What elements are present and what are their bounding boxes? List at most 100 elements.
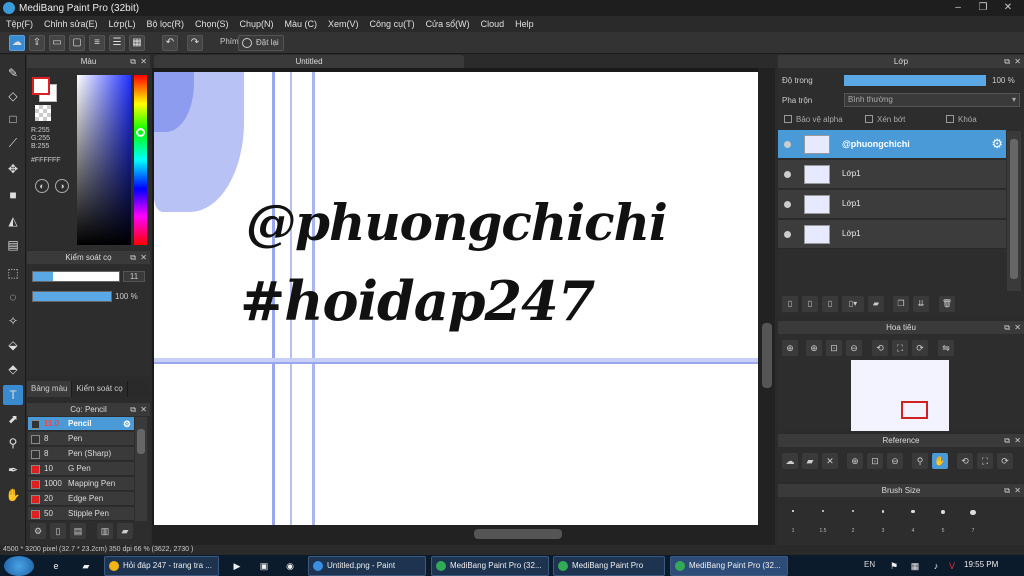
flag-icon[interactable]: ⚑ — [884, 557, 904, 575]
layer-list-scrollbar[interactable] — [1007, 131, 1021, 291]
clipping-checkbox[interactable]: Xén bớt — [865, 115, 905, 124]
select-tool-icon[interactable]: ⬚ — [3, 263, 23, 283]
taskbar-item[interactable]: MediBang Paint Pro (32... — [431, 556, 549, 576]
eraser-tool-icon[interactable]: ◇ — [3, 86, 23, 106]
menu-select[interactable]: Chọn(S) — [195, 19, 229, 29]
scroll-thumb[interactable] — [1010, 139, 1018, 279]
eyedropper-tool-icon[interactable]: ⚲ — [3, 433, 23, 453]
brush-size-preset[interactable]: 1.5 — [814, 504, 832, 534]
new-layer-icon[interactable]: ▯ — [782, 296, 798, 312]
app-icon[interactable]: ▣ — [254, 557, 274, 575]
foreground-color-swatch[interactable] — [32, 77, 50, 95]
viewport-rectangle[interactable] — [901, 401, 928, 419]
menu-window[interactable]: Cửa sổ(W) — [426, 19, 470, 29]
layer-row[interactable]: Lớp1 — [778, 160, 1006, 189]
bucket-tool-icon[interactable]: ◭ — [3, 211, 23, 231]
chat-icon[interactable]: ▢ — [69, 35, 85, 51]
tab-brush-control[interactable]: Kiểm soát cọ — [72, 381, 128, 397]
folder-icon[interactable]: ▰ — [868, 296, 884, 312]
maximize-button[interactable]: ❐ — [975, 2, 991, 13]
zoom-in-icon[interactable]: ⊕ — [782, 340, 798, 356]
layer-row[interactable]: Lớp1 — [778, 220, 1006, 249]
brush-list-item[interactable]: 1000 Mapping Pen — [28, 477, 134, 491]
taskbar-item[interactable]: Untitled.png - Paint — [308, 556, 426, 576]
close-icon[interactable]: ✕ — [822, 453, 838, 469]
fit-icon[interactable]: ⊡ — [867, 453, 883, 469]
zoom-out-icon[interactable]: ⊖ — [887, 453, 903, 469]
close-icon[interactable]: ✕ — [1014, 484, 1021, 497]
add-layer-menu-icon[interactable]: ▯▾ — [842, 296, 864, 312]
scroll-thumb[interactable] — [762, 323, 772, 388]
grid-icon[interactable]: ▦ — [129, 35, 145, 51]
brush-size-preset[interactable]: 3 — [874, 504, 892, 534]
brush-size-preset[interactable]: 5 — [934, 504, 952, 534]
ie-icon[interactable]: e — [46, 557, 66, 575]
select-pen-icon[interactable]: ⬙ — [3, 335, 23, 355]
add-brush-icon[interactable]: ⚙ — [30, 523, 46, 539]
gear-icon[interactable]: ⚙ — [991, 136, 1003, 152]
menu-edit[interactable]: Chỉnh sửa(E) — [44, 19, 98, 29]
brush-list-item[interactable]: 8 Pen — [28, 432, 134, 446]
brush-size-value[interactable]: 11 — [123, 271, 145, 282]
menu-cloud[interactable]: Cloud — [481, 19, 505, 29]
list-icon[interactable]: ☰ — [109, 35, 125, 51]
minimize-button[interactable]: – — [950, 2, 966, 13]
close-icon[interactable]: ✕ — [1014, 434, 1021, 447]
share-icon[interactable]: ⇪ — [29, 35, 45, 51]
zoom-out-icon[interactable]: ⊖ — [846, 340, 862, 356]
layer-opacity-slider[interactable] — [844, 75, 986, 86]
brush-list-item[interactable]: 10 G Pen — [28, 462, 134, 476]
saturation-value-picker[interactable] — [77, 75, 131, 245]
select-eraser-icon[interactable]: ⬘ — [3, 359, 23, 379]
brush-opacity-slider[interactable] — [32, 291, 112, 302]
brush-file-icon[interactable]: ▥ — [97, 523, 113, 539]
transparent-color-swatch[interactable] — [35, 105, 51, 121]
eyedropper-icon[interactable]: ⚲ — [912, 453, 928, 469]
rotate-right-icon[interactable]: ⟳ — [912, 340, 928, 356]
fullscreen-icon[interactable]: ⛶ — [892, 340, 908, 356]
close-icon[interactable]: ✕ — [140, 55, 147, 68]
language-indicator[interactable]: EN — [864, 560, 875, 569]
chrome-icon[interactable]: ◉ — [280, 557, 300, 575]
redo-icon[interactable]: ↷ — [187, 35, 203, 51]
lock-checkbox[interactable]: Khóa — [946, 115, 977, 124]
pen-tool-icon[interactable]: ✒ — [3, 460, 23, 480]
document-tab[interactable]: Untitled — [154, 55, 464, 68]
scroll-thumb[interactable] — [474, 529, 562, 539]
merge-layer-icon[interactable]: ⇊ — [913, 296, 929, 312]
taskbar-item[interactable]: MediBang Paint Pro — [553, 556, 665, 576]
menu-layer[interactable]: Lớp(L) — [109, 19, 136, 29]
brush-folder-icon[interactable]: ▰ — [117, 523, 133, 539]
close-icon[interactable]: ✕ — [140, 251, 147, 264]
menu-view[interactable]: Xem(V) — [328, 19, 359, 29]
brush-size-preset[interactable]: 7 — [964, 504, 982, 534]
undo-icon[interactable]: ↶ — [162, 35, 178, 51]
brush-tool-icon[interactable]: ✎ — [3, 63, 23, 83]
brush-size-preset[interactable]: 2 — [844, 504, 862, 534]
brush-list-item[interactable]: 20 Edge Pen — [28, 492, 134, 506]
network-icon[interactable]: ▦ — [905, 557, 925, 575]
move-tool-icon[interactable]: ✥ — [3, 159, 23, 179]
explorer-icon[interactable]: ▰ — [76, 557, 96, 575]
palette-icon[interactable]: ◐ — [35, 179, 49, 193]
visibility-icon[interactable] — [784, 141, 791, 148]
canvas-paper[interactable]: @phuongchichi #hoidap247 — [154, 72, 758, 525]
new-brush-icon[interactable]: ▯ — [50, 523, 66, 539]
shape-tool-icon[interactable]: □ — [3, 109, 23, 129]
duplicate-layer-icon[interactable]: ❐ — [893, 296, 909, 312]
cloud-icon[interactable]: ☁ — [782, 453, 798, 469]
protect-alpha-checkbox[interactable]: Bảo vệ alpha — [784, 115, 843, 124]
gear-icon[interactable]: ⚙ — [123, 417, 131, 431]
hue-slider[interactable] — [134, 75, 147, 245]
media-icon[interactable]: ▶ — [227, 557, 247, 575]
menu-filter[interactable]: Bộ lọc(R) — [146, 19, 184, 29]
menu-tools[interactable]: Công cụ(T) — [370, 19, 415, 29]
gradient-tool-icon[interactable]: ▤ — [3, 235, 23, 255]
brush-list-item[interactable]: 11.0 Pencil ⚙ — [28, 417, 134, 431]
visibility-icon[interactable] — [784, 201, 791, 208]
magic-wand-icon[interactable]: ✧ — [3, 311, 23, 331]
antivirus-icon[interactable]: V — [942, 557, 962, 575]
menu-snap[interactable]: Chụp(N) — [240, 19, 274, 29]
menu-color[interactable]: Màu (C) — [285, 19, 318, 29]
close-icon[interactable]: ✕ — [140, 403, 147, 416]
